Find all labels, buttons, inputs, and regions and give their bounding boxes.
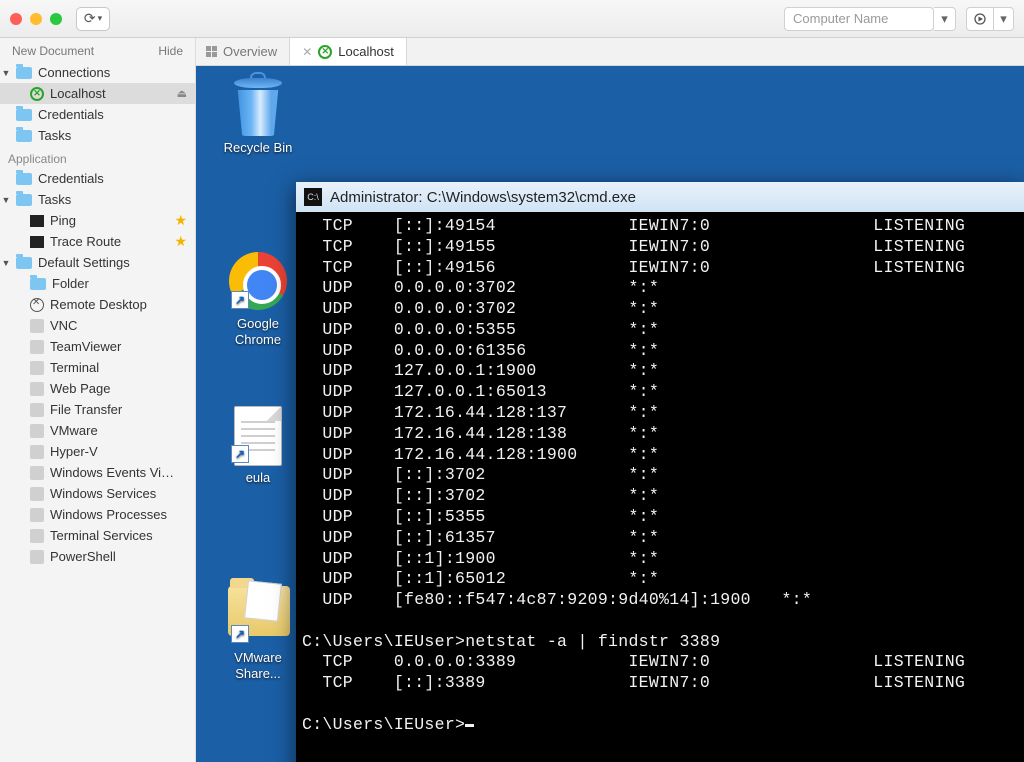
close-icon[interactable] bbox=[10, 13, 22, 25]
tag-icon bbox=[30, 340, 44, 354]
remote-desktop-icon bbox=[30, 298, 44, 312]
sidebar-item-remote-desktop[interactable]: Remote Desktop bbox=[0, 294, 195, 315]
cmd-icon: C:\ bbox=[304, 188, 322, 206]
tab-bar: Overview ✕ ✕ Localhost bbox=[196, 38, 1024, 66]
run-dropdown[interactable]: ▾ bbox=[994, 7, 1014, 31]
star-icon[interactable]: ★ bbox=[174, 212, 187, 229]
folder-icon bbox=[16, 194, 32, 206]
star-icon[interactable]: ★ bbox=[174, 233, 187, 250]
sidebar-item-windows-events[interactable]: Windows Events Vi… bbox=[0, 462, 195, 483]
desktop-icon-vmware-share[interactable]: ↗ VMware Share... bbox=[214, 578, 302, 683]
chevron-down-icon[interactable]: ▼ bbox=[0, 258, 12, 268]
sidebar-item-terminal[interactable]: Terminal bbox=[0, 357, 195, 378]
tab-localhost[interactable]: ✕ ✕ Localhost bbox=[290, 38, 407, 65]
window-controls bbox=[10, 13, 62, 25]
tag-icon bbox=[30, 382, 44, 396]
tag-icon bbox=[30, 424, 44, 438]
sidebar-item-app-credentials[interactable]: Credentials bbox=[0, 168, 195, 189]
desktop-icon-chrome[interactable]: ↗ Google Chrome bbox=[214, 252, 302, 349]
sidebar-item-traceroute[interactable]: Trace Route ★ bbox=[0, 231, 195, 252]
maximize-icon[interactable] bbox=[50, 13, 62, 25]
sidebar-item-windows-processes[interactable]: Windows Processes bbox=[0, 504, 195, 525]
chevron-down-icon[interactable]: ▼ bbox=[0, 195, 12, 205]
sidebar-item-app-tasks[interactable]: ▼ Tasks bbox=[0, 189, 195, 210]
sidebar-item-connections[interactable]: ▼ Connections bbox=[0, 62, 195, 83]
computer-name-input[interactable]: Computer Name bbox=[784, 7, 934, 31]
folder-icon bbox=[16, 67, 32, 79]
grid-icon bbox=[206, 46, 217, 57]
cmd-titlebar[interactable]: C:\ Administrator: C:\Windows\system32\c… bbox=[296, 182, 1024, 212]
status-online-icon: ✕ bbox=[318, 45, 332, 59]
tag-icon bbox=[30, 466, 44, 480]
sidebar-item-windows-services[interactable]: Windows Services bbox=[0, 483, 195, 504]
tab-overview[interactable]: Overview bbox=[196, 38, 290, 65]
sidebar-item-localhost[interactable]: ✕ Localhost ⏏ bbox=[0, 83, 195, 104]
terminal-icon bbox=[30, 236, 44, 248]
shortcut-icon: ↗ bbox=[231, 291, 249, 309]
run-button[interactable] bbox=[966, 7, 994, 31]
status-online-icon: ✕ bbox=[30, 87, 44, 101]
sidebar-item-hyperv[interactable]: Hyper-V bbox=[0, 441, 195, 462]
computer-name-dropdown[interactable]: ▾ bbox=[934, 7, 956, 31]
titlebar: ⟳▾ Computer Name ▾ ▾ bbox=[0, 0, 1024, 38]
shortcut-icon: ↗ bbox=[231, 625, 249, 643]
terminal-icon bbox=[30, 215, 44, 227]
sidebar-item-terminal-services[interactable]: Terminal Services bbox=[0, 525, 195, 546]
cmd-title-text: Administrator: C:\Windows\system32\cmd.e… bbox=[330, 189, 636, 206]
remote-desktop-viewport[interactable]: Recycle Bin ↗ Google Chrome ↗ eula ↗ VMw… bbox=[196, 66, 1024, 762]
folder-icon bbox=[16, 130, 32, 142]
content-area: Overview ✕ ✕ Localhost Recycle Bin ↗ Goo… bbox=[196, 38, 1024, 762]
eject-icon[interactable]: ⏏ bbox=[177, 87, 187, 100]
sidebar: New Document Hide ▼ Connections ✕ Localh… bbox=[0, 38, 196, 762]
shortcut-icon: ↗ bbox=[231, 445, 249, 463]
sidebar-item-powershell[interactable]: PowerShell bbox=[0, 546, 195, 567]
sidebar-item-default-settings[interactable]: ▼ Default Settings bbox=[0, 252, 195, 273]
sidebar-item-teamviewer[interactable]: TeamViewer bbox=[0, 336, 195, 357]
tag-icon bbox=[30, 487, 44, 501]
refresh-button[interactable]: ⟳▾ bbox=[76, 7, 110, 31]
sidebar-item-folder[interactable]: Folder bbox=[0, 273, 195, 294]
tag-icon bbox=[30, 529, 44, 543]
folder-icon bbox=[30, 278, 46, 290]
tag-icon bbox=[30, 445, 44, 459]
tag-icon bbox=[30, 550, 44, 564]
minimize-icon[interactable] bbox=[30, 13, 42, 25]
sidebar-item-web-page[interactable]: Web Page bbox=[0, 378, 195, 399]
folder-icon bbox=[16, 173, 32, 185]
sidebar-item-credentials[interactable]: Credentials bbox=[0, 104, 195, 125]
section-application: Application bbox=[0, 146, 195, 168]
desktop-icon-recycle-bin[interactable]: Recycle Bin bbox=[214, 72, 302, 156]
sidebar-item-vmware[interactable]: VMware bbox=[0, 420, 195, 441]
desktop-icon-eula[interactable]: ↗ eula bbox=[214, 406, 302, 486]
cmd-window[interactable]: C:\ Administrator: C:\Windows\system32\c… bbox=[296, 182, 1024, 762]
folder-icon bbox=[16, 257, 32, 269]
new-document-label: New Document bbox=[12, 44, 94, 58]
sidebar-item-ping[interactable]: Ping ★ bbox=[0, 210, 195, 231]
cmd-output[interactable]: TCP [::]:49154 IEWIN7:0 LISTENING TCP [:… bbox=[296, 212, 1024, 744]
tag-icon bbox=[30, 361, 44, 375]
sidebar-item-vnc[interactable]: VNC bbox=[0, 315, 195, 336]
folder-icon bbox=[16, 109, 32, 121]
sidebar-item-tasks[interactable]: Tasks bbox=[0, 125, 195, 146]
tag-icon bbox=[30, 508, 44, 522]
chevron-down-icon[interactable]: ▼ bbox=[0, 68, 12, 78]
tag-icon bbox=[30, 403, 44, 417]
sidebar-item-file-transfer[interactable]: File Transfer bbox=[0, 399, 195, 420]
tag-icon bbox=[30, 319, 44, 333]
close-icon[interactable]: ✕ bbox=[302, 45, 312, 59]
hide-button[interactable]: Hide bbox=[158, 44, 183, 58]
